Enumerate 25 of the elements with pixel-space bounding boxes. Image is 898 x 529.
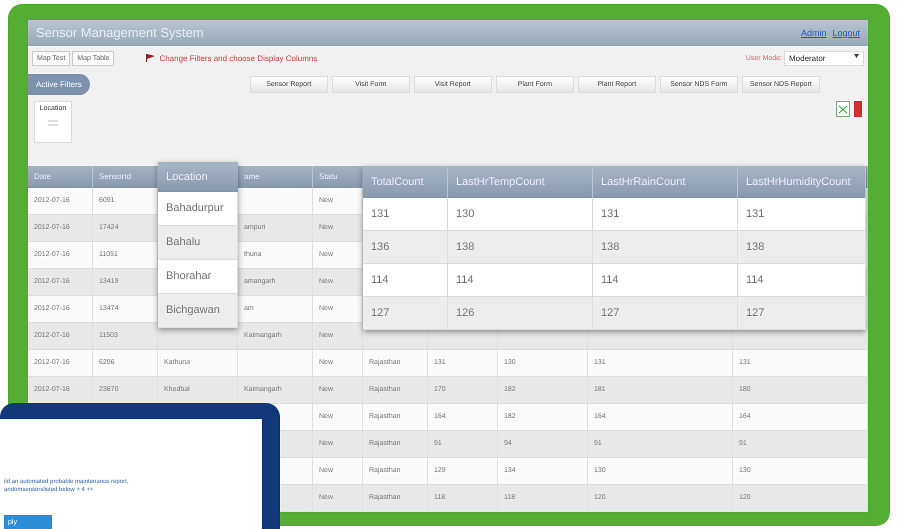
table-cell: 136 xyxy=(363,230,448,264)
table-cell: 138 xyxy=(593,230,738,264)
table-cell: Bahalu xyxy=(158,226,238,260)
header-link[interactable]: Admin xyxy=(800,28,826,38)
spreadsheet-icon[interactable] xyxy=(836,100,850,117)
table-cell: Bichgawan xyxy=(158,294,238,328)
table-cell: 126 xyxy=(448,296,593,330)
filter-hint: Change Filters and choose Display Columns xyxy=(159,54,318,63)
flag-icon xyxy=(146,54,156,62)
table-cell: 127 xyxy=(738,296,866,330)
column-header[interactable]: TotalCount xyxy=(363,166,448,198)
caret-icon xyxy=(854,54,859,58)
column-header[interactable]: LastHrRainCount xyxy=(593,166,738,198)
column-header[interactable]: LastHrTempCount xyxy=(448,166,593,198)
filters-tab[interactable]: Active Filters xyxy=(28,74,90,95)
column-header[interactable]: Location xyxy=(158,162,238,192)
table-cell: 127 xyxy=(593,296,738,330)
column-header[interactable]: LastHrHumidityCount xyxy=(738,166,866,198)
table-cell: 138 xyxy=(738,230,866,264)
table-cell: 138 xyxy=(448,230,593,264)
table-cell: 127 xyxy=(363,296,448,330)
header-link[interactable]: Logout xyxy=(832,28,860,38)
list-icon xyxy=(48,120,58,126)
window-title: Sensor Management System xyxy=(36,25,205,40)
user-mode-select[interactable]: Moderator xyxy=(784,50,864,66)
